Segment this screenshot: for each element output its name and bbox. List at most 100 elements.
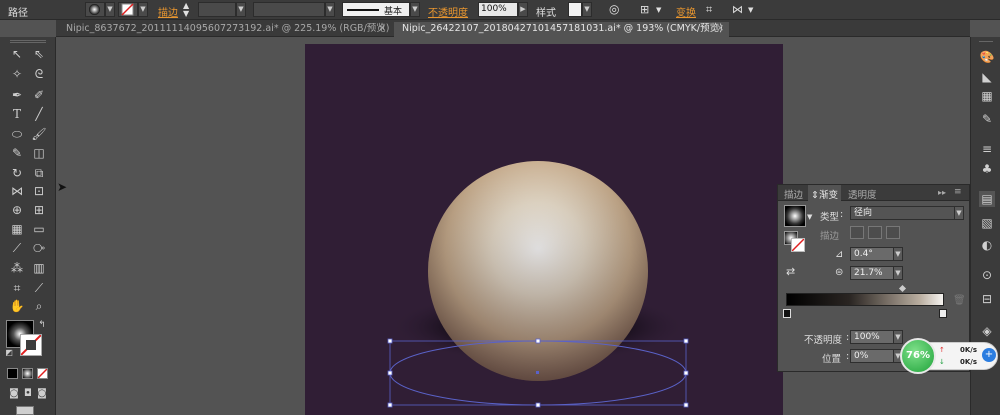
brush-dropdown[interactable]: ▼ [410,2,420,17]
artboard-tool-icon[interactable]: ⌗ [7,279,27,298]
variable-width-profile[interactable] [253,2,325,17]
fill-swatch[interactable] [85,2,105,17]
zoom-tool-icon[interactable]: ⌕ [29,297,49,316]
graphic-style-swatch[interactable] [568,2,582,17]
mesh-tool-icon[interactable]: ▦ [7,220,27,239]
brush-definition[interactable]: 基本 [342,2,410,17]
aspect-dropdown[interactable]: ▼ [893,266,903,280]
network-speed-widget[interactable]: 76% ↑ ↓ 0K/s 0K/s + [898,338,1000,374]
dock-grip[interactable] [979,41,993,43]
symbols-icon[interactable]: ♣ [979,161,995,177]
color-guide-icon[interactable]: ◣ [979,69,995,85]
gradient-panel-icon[interactable]: ▤ [979,191,995,207]
stroke-within-icon[interactable] [850,226,864,239]
stop-location-field[interactable]: 0% [850,349,894,363]
transform-again-icon[interactable]: ⋈ [732,3,743,16]
color-mode-icon[interactable] [7,368,18,379]
screen-mode-icon[interactable] [16,406,34,415]
draw-inside-icon[interactable]: ◙ [32,384,52,403]
opacity-dropdown[interactable]: ▶ [518,2,528,17]
stroke-dropdown[interactable]: ▼ [138,2,148,17]
reverse-gradient-icon[interactable]: ⇄ [786,265,795,278]
curvature-tool-icon[interactable]: ✐ [29,86,49,105]
stroke-across-icon[interactable] [886,226,900,239]
stroke-label[interactable]: 描边 [158,4,178,19]
artboard[interactable] [305,44,783,415]
selection-tool-icon[interactable]: ↖ [7,45,27,64]
stop-opacity-field[interactable]: 100% [850,330,894,344]
align-panel-icon[interactable]: ⊟ [979,291,995,307]
paintbrush-tool-icon[interactable]: 🖌 [29,125,49,144]
rotate-tool-icon[interactable]: ↻ [7,164,27,183]
gradient-thumbnail[interactable] [784,205,806,227]
stroke-weight-dropdown[interactable]: ▼ [236,2,246,17]
recolor-icon[interactable]: ◎ [609,2,619,16]
gradient-mode-icon[interactable] [22,368,33,379]
gradient-stop-right[interactable] [939,309,947,318]
type-select[interactable]: 径向 [850,206,956,220]
graphic-styles-icon[interactable]: ⊙ [979,267,995,283]
appearance-icon[interactable]: ◐ [979,237,995,253]
isolate-icon[interactable]: ⌗ [706,3,712,17]
color-icon[interactable]: 🎨 [979,49,995,65]
blend-tool-icon[interactable]: ⧂ [29,239,49,258]
default-colors-icon[interactable]: ◩ [3,347,15,359]
brushes-icon[interactable]: ✎ [979,111,995,127]
boost-icon[interactable]: + [982,348,996,362]
panel-grip[interactable] [10,40,46,43]
gradient-slider[interactable] [786,293,944,306]
tab-document-2[interactable]: Nipic_26422107_20180427101457181031.ai* … [394,22,729,37]
stroke-swatch[interactable] [118,2,138,17]
layers-icon[interactable]: ◈ [979,323,995,339]
gradient-stop-left[interactable] [783,309,791,318]
close-icon[interactable]: ✕ [716,22,724,36]
gradient-thumb-dropdown[interactable]: ▼ [807,213,812,221]
pen-tool-icon[interactable]: ✒ [7,86,27,105]
magic-wand-tool-icon[interactable]: ✧ [7,65,27,84]
profile-dropdown[interactable]: ▼ [325,2,335,17]
column-graph-tool-icon[interactable]: ▥ [29,259,49,278]
fill-dropdown[interactable]: ▼ [105,2,115,17]
tab-transparency[interactable]: 透明度 [848,187,877,201]
stroke-weight-field[interactable] [198,2,236,17]
opacity-label[interactable]: 不透明度 [428,4,468,19]
pencil-tool-icon[interactable]: ✎ [7,144,27,163]
close-icon[interactable]: ✕ [378,22,386,36]
type-tool-icon[interactable]: T [7,105,27,124]
hand-tool-icon[interactable]: ✋ [7,297,27,316]
stroke-color-box[interactable] [20,334,42,356]
stroke-icon[interactable]: ≡ [979,141,995,157]
tab-stroke[interactable]: 描边 [784,187,803,201]
opacity-field[interactable]: 100% [478,2,518,17]
delete-stop-icon[interactable]: 🗑 [953,295,966,306]
angle-field[interactable]: 0.4° [850,247,894,261]
swap-fill-stroke-icon[interactable]: ↰ [36,319,48,331]
transform-label[interactable]: 变换 [676,4,696,19]
scale-tool-icon[interactable]: ⧉ [29,164,49,183]
stroke-weight-stepper[interactable]: ▲ ▼ [183,2,189,18]
shape-builder-tool-icon[interactable]: ⊕ [7,201,27,220]
perspective-grid-tool-icon[interactable]: ⊞ [29,201,49,220]
swatches-icon[interactable]: ▦ [979,88,995,104]
symbol-sprayer-tool-icon[interactable]: ⁂ [7,259,27,278]
style-dropdown[interactable]: ▼ [582,2,592,17]
midpoint-diamond[interactable] [898,284,907,293]
lasso-tool-icon[interactable]: ᘓ [29,65,49,84]
stroke-indicator[interactable] [791,238,805,252]
collapse-icon[interactable]: ▸▸ [938,188,946,197]
type-dropdown[interactable]: ▼ [954,206,964,220]
transform-dropdown[interactable]: ▼ [748,6,753,14]
angle-dropdown[interactable]: ▼ [893,247,903,261]
align-icon[interactable]: ⊞ [640,3,649,16]
tab-gradient[interactable]: ⇕渐变 [808,185,841,201]
none-mode-icon[interactable] [37,368,48,379]
stroke-along-icon[interactable] [868,226,882,239]
align-dropdown[interactable]: ▼ [656,6,661,14]
panel-menu-icon[interactable]: ≡ [954,187,962,197]
slice-tool-icon[interactable]: ⟋ [29,279,49,298]
transparency-icon[interactable]: ▧ [979,215,995,231]
eraser-tool-icon[interactable]: ◫ [29,144,49,163]
gradient-tool-icon[interactable]: ▭ [29,220,49,239]
tab-document-1[interactable]: Nipic_8637672_20111114095607273192.ai* @… [58,22,391,37]
width-tool-icon[interactable]: ⋈ [7,182,27,201]
